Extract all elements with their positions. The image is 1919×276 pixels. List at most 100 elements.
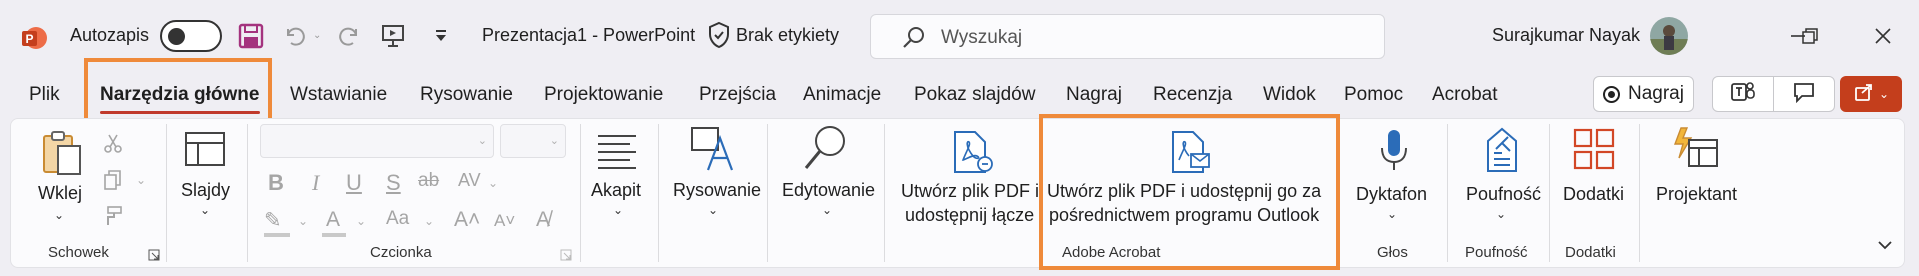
share-dropdown-icon: ⌄ xyxy=(1878,87,1890,101)
teams-present-button[interactable] xyxy=(1712,76,1774,112)
avatar[interactable] xyxy=(1650,17,1688,55)
font-group-label: Czcionka xyxy=(370,244,432,261)
clear-formatting-icon[interactable]: A̸ xyxy=(536,208,550,232)
separator xyxy=(658,124,659,262)
paragraph-dropdown-icon[interactable]: ⌄ xyxy=(613,203,623,217)
underline-icon[interactable]: U xyxy=(346,170,362,196)
sensitivity-shield-icon[interactable] xyxy=(707,21,731,54)
tab-slideshow[interactable]: Pokaz slajdów xyxy=(914,84,1035,106)
paste-dropdown-icon[interactable]: ⌄ xyxy=(54,208,64,222)
editing-label[interactable]: Edytowanie xyxy=(782,180,875,201)
increase-font-icon[interactable]: A˄ xyxy=(454,208,480,232)
separator xyxy=(1549,124,1550,262)
decrease-font-icon[interactable]: A˅ xyxy=(494,211,515,231)
highlight-dropdown-icon[interactable]: ⌄ xyxy=(298,214,308,228)
create-share-pdf-icon[interactable] xyxy=(951,130,993,179)
editing-dropdown-icon[interactable]: ⌄ xyxy=(822,203,832,217)
addins-icon[interactable] xyxy=(1573,128,1615,175)
drawing-dropdown-icon[interactable]: ⌄ xyxy=(708,203,718,217)
outlook-pdf-label-line2[interactable]: pośrednictwem programu Outlook xyxy=(1049,205,1319,226)
font-launcher-icon[interactable] xyxy=(560,248,572,266)
font-color-dropdown-icon[interactable]: ⌄ xyxy=(356,214,366,228)
designer-icon[interactable] xyxy=(1671,126,1721,175)
undo-dropdown-icon[interactable]: ⌄ xyxy=(313,30,321,41)
pdf-outlook-icon[interactable] xyxy=(1169,130,1211,179)
undo-icon[interactable] xyxy=(278,18,312,54)
case-dropdown-icon[interactable]: ⌄ xyxy=(424,214,434,228)
sensitivity-icon[interactable] xyxy=(1482,127,1522,178)
tab-help[interactable]: Pomoc xyxy=(1344,84,1403,106)
format-painter-icon[interactable] xyxy=(100,203,126,229)
strikethrough-icon[interactable]: ab xyxy=(418,170,439,192)
paste-icon[interactable] xyxy=(40,128,84,183)
clipboard-group-label: Schowek xyxy=(48,244,109,261)
search-box[interactable]: Wyszukaj xyxy=(870,14,1385,59)
powerpoint-logo-icon: P xyxy=(20,24,48,52)
tab-animations[interactable]: Animacje xyxy=(803,84,881,106)
sensitivity-label[interactable]: Poufność xyxy=(1466,184,1541,205)
svg-text:P: P xyxy=(26,32,34,46)
cut-icon[interactable] xyxy=(100,130,126,156)
tab-record[interactable]: Nagraj xyxy=(1066,84,1122,106)
designer-label[interactable]: Projektant xyxy=(1656,184,1737,205)
record-button-label: Nagraj xyxy=(1628,83,1684,104)
clipboard-launcher-icon[interactable] xyxy=(148,248,160,266)
shadow-icon[interactable]: S xyxy=(386,170,401,196)
tab-review[interactable]: Recenzja xyxy=(1153,84,1232,106)
save-icon[interactable] xyxy=(234,18,268,54)
tab-transitions[interactable]: Przejścia xyxy=(699,84,776,106)
microphone-icon[interactable] xyxy=(1377,128,1411,179)
change-case-icon[interactable]: Aa xyxy=(386,208,409,230)
paragraph-label[interactable]: Akapit xyxy=(591,180,641,201)
spacing-dropdown-icon[interactable]: ⌄ xyxy=(488,176,498,190)
highlight-icon[interactable]: ✎ xyxy=(264,208,282,233)
share-button[interactable]: ⌄ xyxy=(1840,76,1902,112)
tab-view[interactable]: Widok xyxy=(1263,84,1316,106)
sensitivity-dropdown-icon[interactable]: ⌄ xyxy=(1496,207,1506,221)
dictate-dropdown-icon[interactable]: ⌄ xyxy=(1387,207,1397,221)
italic-icon[interactable]: I xyxy=(312,170,319,196)
paste-label[interactable]: Wklej xyxy=(38,183,82,204)
search-icon xyxy=(901,25,927,56)
user-name[interactable]: Surajkumar Nayak xyxy=(1492,25,1640,46)
font-name-combo[interactable]: ⌄ xyxy=(260,124,494,158)
tab-draw[interactable]: Rysowanie xyxy=(420,84,513,106)
comments-button[interactable] xyxy=(1773,76,1835,112)
teams-icon xyxy=(1730,80,1756,109)
create-share-pdf-label-line2[interactable]: udostępnij łącze xyxy=(905,205,1034,226)
redo-icon[interactable] xyxy=(332,18,366,54)
slides-label[interactable]: Slajdy xyxy=(181,180,230,201)
font-color-icon[interactable]: A xyxy=(326,208,340,232)
paragraph-icon[interactable] xyxy=(594,132,640,175)
outlook-pdf-label-line1[interactable]: Utwórz plik PDF i udostępnij go za xyxy=(1047,181,1321,202)
dictate-label[interactable]: Dyktafon xyxy=(1356,184,1427,205)
separator xyxy=(767,124,768,262)
tab-file[interactable]: Plik xyxy=(29,84,60,106)
present-from-start-icon[interactable] xyxy=(376,18,410,54)
record-button[interactable]: Nagraj xyxy=(1593,76,1694,112)
copy-dropdown-icon[interactable]: ⌄ xyxy=(136,173,146,187)
addins-label[interactable]: Dodatki xyxy=(1563,184,1624,205)
slides-dropdown-icon[interactable]: ⌄ xyxy=(200,203,210,217)
tab-acrobat[interactable]: Acrobat xyxy=(1432,84,1497,106)
slides-icon[interactable] xyxy=(184,131,226,174)
copy-icon[interactable] xyxy=(100,167,126,193)
restore-icon[interactable] xyxy=(1790,18,1830,54)
autosave-toggle[interactable] xyxy=(160,20,222,52)
acrobat-group-label: Adobe Acrobat xyxy=(1062,244,1161,261)
editing-search-icon[interactable] xyxy=(802,124,848,177)
drawing-label[interactable]: Rysowanie xyxy=(673,180,761,201)
tab-insert[interactable]: Wstawianie xyxy=(290,84,387,106)
close-icon[interactable] xyxy=(1863,18,1903,54)
customize-quick-access-icon[interactable] xyxy=(424,18,458,54)
font-size-combo[interactable]: ⌄ xyxy=(500,124,566,158)
character-spacing-icon[interactable]: AV xyxy=(458,170,481,191)
sensitivity-status[interactable]: Brak etykiety xyxy=(736,25,839,46)
drawing-icon[interactable] xyxy=(690,126,738,177)
bold-icon[interactable]: B xyxy=(268,170,284,196)
collapse-ribbon-icon[interactable] xyxy=(1876,238,1894,257)
separator xyxy=(884,124,885,262)
create-share-pdf-label-line1[interactable]: Utwórz plik PDF i xyxy=(901,181,1039,202)
highlight-color-bar xyxy=(264,233,290,237)
tab-design[interactable]: Projektowanie xyxy=(544,84,663,106)
